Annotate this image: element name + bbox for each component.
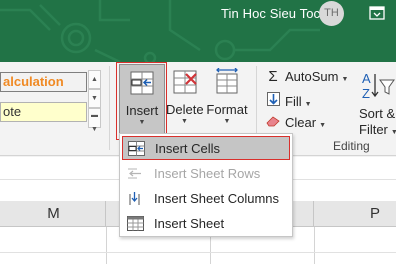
insert-highlight-box <box>116 62 167 140</box>
menu-item-label: Insert Cells <box>155 141 221 156</box>
insert-cells-icon <box>128 141 145 156</box>
delete-label: Delete <box>166 102 204 117</box>
column-gridline <box>106 227 107 264</box>
menu-item-insert-sheet[interactable]: Insert Sheet <box>122 212 290 236</box>
menu-item-insert-sheet-rows: Insert Sheet Rows <box>122 162 290 186</box>
column-header-m[interactable]: M <box>2 201 106 227</box>
insert-dropdown-menu: Insert Cells Insert Sheet Rows Insert Sh… <box>119 133 293 237</box>
insert-columns-icon <box>129 192 140 205</box>
fill-down-icon <box>265 92 281 109</box>
format-label: Format <box>206 102 248 117</box>
title-bar: Tin Hoc Sieu Toc TH <box>0 0 396 62</box>
scroll-up-icon[interactable]: ▲ <box>88 70 101 89</box>
chevron-down-icon: ▼ <box>304 101 312 108</box>
format-cells-icon <box>216 68 238 94</box>
fill-button[interactable]: Fill ▼ <box>265 92 312 109</box>
cell-style-note[interactable]: ote <box>0 102 87 122</box>
autosum-button[interactable]: Σ AutoSum ▼ <box>265 68 348 85</box>
fill-label: Fill <box>285 94 302 109</box>
ribbon-display-options-icon[interactable] <box>369 6 385 20</box>
scroll-down-icon[interactable]: ▼ <box>88 89 101 108</box>
user-name[interactable]: Tin Hoc Sieu Toc <box>221 6 320 21</box>
insert-rows-icon <box>128 168 141 179</box>
sort-filter-button[interactable]: A Z Sort & Filter ▼ <box>356 66 396 138</box>
autosum-label: AutoSum <box>285 69 339 84</box>
chevron-down-icon: ▼ <box>181 118 188 125</box>
clear-label: Clear <box>285 115 317 130</box>
group-separator <box>109 66 110 150</box>
chevron-down-icon: ▼ <box>319 122 327 129</box>
column-gridline <box>314 227 315 264</box>
chevron-down-icon: ▼ <box>341 76 349 83</box>
sort-filter-icon: A Z <box>362 71 395 100</box>
menu-item-insert-cells[interactable]: Insert Cells <box>122 136 290 160</box>
eraser-icon <box>265 115 281 130</box>
cell-style-calculation[interactable]: alculation <box>0 72 87 92</box>
sort-filter-label-1: Sort & <box>359 106 396 121</box>
avatar[interactable]: TH <box>319 1 344 26</box>
column-header-p[interactable]: P <box>314 201 396 227</box>
more-icon[interactable]: ▬ ▼ <box>88 108 101 133</box>
format-button[interactable]: Format ▼ <box>206 64 248 136</box>
delete-cells-icon <box>173 70 197 94</box>
menu-item-label: Insert Sheet Rows <box>154 166 261 181</box>
menu-item-label: Insert Sheet Columns <box>154 191 280 206</box>
svg-text:Z: Z <box>362 86 370 100</box>
row-gridline <box>0 252 396 253</box>
menu-item-label: Insert Sheet <box>154 216 225 231</box>
insert-sheet-icon <box>127 216 144 231</box>
sort-filter-label-2: Filter ▼ <box>359 122 396 137</box>
delete-button[interactable]: Delete ▼ <box>166 64 204 136</box>
svg-text:A: A <box>362 71 371 86</box>
editing-group-label: Editing <box>333 139 370 153</box>
clear-button[interactable]: Clear ▼ <box>265 115 326 130</box>
sigma-icon: Σ <box>268 68 278 85</box>
menu-item-insert-sheet-columns[interactable]: Insert Sheet Columns <box>122 187 290 211</box>
chevron-down-icon: ▼ <box>223 118 231 125</box>
